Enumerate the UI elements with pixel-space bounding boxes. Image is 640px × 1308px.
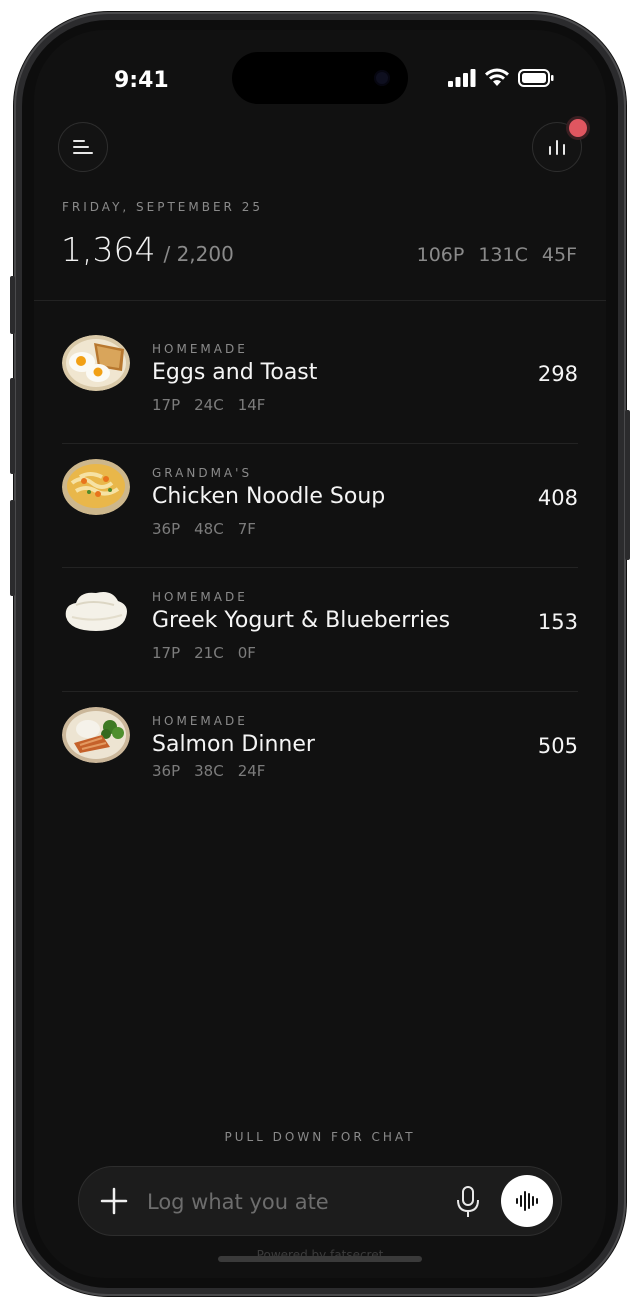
meal-macros: 17P 24C 14F bbox=[152, 396, 265, 414]
plus-icon bbox=[100, 1187, 128, 1215]
date-label: FRIDAY, SEPTEMBER 25 bbox=[62, 200, 263, 214]
microphone-icon bbox=[457, 1186, 479, 1217]
meal-protein: 17P bbox=[152, 644, 181, 662]
meal-protein: 36P bbox=[152, 762, 181, 780]
meal-name: Greek Yogurt & Blueberries bbox=[152, 608, 451, 633]
meal-calories: 408 bbox=[537, 486, 578, 510]
pull-down-hint: PULL DOWN FOR CHAT bbox=[224, 1130, 416, 1144]
meal-item[interactable]: HOMEMADE Eggs and Toast 17P 24C 14F 298 bbox=[62, 320, 578, 444]
meal-name: Eggs and Toast bbox=[152, 360, 318, 385]
battery-icon bbox=[518, 69, 554, 87]
meal-carbs: 21C bbox=[194, 644, 224, 662]
meal-name: Chicken Noodle Soup bbox=[152, 484, 386, 509]
action-button bbox=[10, 276, 15, 334]
meal-macros: 36P 38C 24F bbox=[152, 762, 265, 780]
daily-fat: 45F bbox=[541, 244, 577, 266]
log-composer bbox=[78, 1166, 562, 1236]
calorie-total: 1,364 / 2,200 bbox=[61, 230, 234, 269]
meal-fat: 14F bbox=[237, 396, 266, 414]
log-food-input[interactable] bbox=[145, 1185, 439, 1219]
meal-source: HOMEMADE bbox=[152, 714, 248, 728]
meal-photo-noodle-soup bbox=[62, 459, 130, 515]
status-time: 9:41 bbox=[114, 68, 169, 93]
summary-divider bbox=[34, 300, 606, 301]
daily-macros: 106P 131C 45F bbox=[417, 244, 577, 266]
volume-up-button bbox=[10, 378, 15, 474]
meal-source: GRANDMA'S bbox=[152, 466, 253, 480]
meal-photo-yogurt bbox=[62, 583, 130, 639]
meal-protein: 17P bbox=[152, 396, 181, 414]
meal-protein: 36P bbox=[152, 520, 181, 538]
meal-fat: 0F bbox=[237, 644, 256, 662]
meal-calories: 153 bbox=[537, 610, 578, 634]
notification-dot bbox=[569, 119, 587, 137]
stats-button[interactable] bbox=[532, 119, 587, 172]
volume-down-button bbox=[10, 500, 15, 596]
meal-source: HOMEMADE bbox=[152, 590, 248, 604]
power-button bbox=[625, 410, 630, 560]
voice-mode-button[interactable] bbox=[501, 1175, 553, 1227]
bar-chart-icon bbox=[549, 140, 565, 155]
meal-fat: 7F bbox=[237, 520, 256, 538]
dynamic-island bbox=[232, 52, 408, 104]
meal-fat: 24F bbox=[237, 762, 266, 780]
meal-item[interactable]: HOMEMADE Salmon Dinner 36P 38C 24F 505 bbox=[62, 692, 578, 816]
menu-lines-icon bbox=[73, 140, 93, 154]
add-button[interactable] bbox=[97, 1184, 131, 1218]
meal-item[interactable]: GRANDMA'S Chicken Noodle Soup 36P 48C 7F… bbox=[62, 444, 578, 568]
waveform-icon bbox=[516, 1191, 538, 1211]
app-screen: 9:41 FRIDAY, SEPTEMBER 25 1,364 / 2,200 … bbox=[34, 30, 606, 1278]
meal-name: Salmon Dinner bbox=[152, 732, 315, 757]
cellular-signal-icon bbox=[448, 69, 476, 87]
meal-calories: 505 bbox=[537, 734, 578, 758]
meal-carbs: 24C bbox=[194, 396, 224, 414]
daily-carbs: 131C bbox=[478, 244, 528, 266]
meal-item[interactable]: HOMEMADE Greek Yogurt & Blueberries 17P … bbox=[62, 568, 578, 692]
meal-macros: 17P 21C 0F bbox=[152, 644, 256, 662]
meal-source: HOMEMADE bbox=[152, 342, 248, 356]
home-indicator bbox=[218, 1256, 422, 1262]
status-icons bbox=[448, 68, 554, 88]
meal-list: HOMEMADE Eggs and Toast 17P 24C 14F 298 bbox=[62, 320, 578, 816]
wifi-icon bbox=[485, 68, 509, 86]
meal-photo-eggs-toast bbox=[62, 335, 130, 391]
daily-protein: 106P bbox=[416, 244, 465, 266]
menu-button[interactable] bbox=[58, 122, 108, 172]
meal-photo-salmon bbox=[62, 707, 130, 763]
calories-consumed: 1,364 bbox=[61, 230, 156, 269]
meal-calories: 298 bbox=[537, 362, 578, 386]
meal-macros: 36P 48C 7F bbox=[152, 520, 256, 538]
meal-carbs: 38C bbox=[194, 762, 224, 780]
calories-goal: / 2,200 bbox=[163, 242, 234, 266]
microphone-button[interactable] bbox=[453, 1184, 483, 1220]
meal-carbs: 48C bbox=[194, 520, 224, 538]
front-camera bbox=[374, 70, 390, 86]
